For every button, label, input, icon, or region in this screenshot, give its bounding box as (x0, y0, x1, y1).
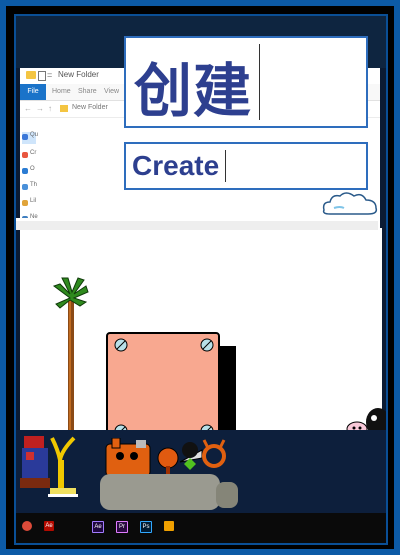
nav-item-quick-access[interactable]: Qu (22, 132, 38, 144)
ground-strip (16, 218, 378, 230)
back-arrow-icon[interactable]: ← (24, 104, 32, 113)
folder-icon (26, 71, 36, 79)
cloud-icon (22, 168, 28, 174)
photoshop-icon[interactable]: Ps (140, 521, 152, 533)
screen: = New Folder File Home Share View ← → ↑ … (14, 14, 388, 545)
forward-arrow-icon[interactable]: → (36, 104, 44, 113)
palm-tree-icon (52, 277, 89, 430)
quick-access-icon[interactable] (38, 71, 46, 81)
bolt-icon (114, 338, 128, 352)
chrome-icon[interactable] (22, 521, 32, 531)
folder-icon (60, 105, 68, 112)
sofa (100, 474, 220, 510)
game-icon[interactable] (164, 521, 174, 531)
ribbon-file-tab[interactable]: File (20, 84, 46, 100)
yellow-character-icon (48, 436, 78, 497)
title-separator: = (47, 70, 53, 80)
after-effects-icon[interactable]: Ae (92, 521, 104, 533)
star-icon (22, 134, 28, 140)
english-create-box[interactable]: Create (124, 142, 368, 190)
nav-item-creative-cloud[interactable]: Cr (22, 150, 36, 162)
block-shadow (218, 346, 236, 442)
orange-ring-character-icon (202, 439, 226, 468)
creative-cloud-icon (22, 152, 28, 158)
pink-block (106, 332, 220, 444)
chinese-create-text: 创建 (134, 57, 253, 125)
ribbon-tab-view[interactable]: View (104, 88, 119, 95)
ribbon-tab-home[interactable]: Home (52, 88, 71, 95)
navigation-pane: Qu Cr O Th Lil Ne (20, 118, 38, 228)
address-path: New Folder (72, 104, 108, 111)
nav-item-onedrive[interactable]: O (22, 166, 36, 178)
bolt-icon (200, 338, 214, 352)
up-arrow-icon[interactable]: ↑ (48, 104, 52, 113)
computer-icon (22, 184, 28, 190)
premiere-icon[interactable]: Pr (116, 521, 128, 533)
english-create-text: Create (132, 150, 220, 181)
library-icon (22, 200, 28, 206)
nav-item-libraries[interactable]: Lil (22, 198, 36, 210)
nav-item-this-pc[interactable]: Th (22, 182, 37, 194)
game-scene (20, 192, 386, 444)
small-gray-block (136, 440, 146, 448)
ribbon-tab-share[interactable]: Share (78, 88, 97, 95)
window-title: New Folder (58, 70, 99, 79)
taskbar: Ae Ae Pr Ps (16, 513, 386, 543)
chinese-create-box[interactable]: 创建 (124, 36, 368, 128)
text-caret (259, 44, 260, 120)
acrobat-icon[interactable]: Ae (44, 521, 54, 531)
cloud-icon (322, 192, 378, 215)
text-caret (225, 150, 226, 182)
lower-scene (16, 430, 386, 513)
sofa-arm (216, 482, 238, 508)
